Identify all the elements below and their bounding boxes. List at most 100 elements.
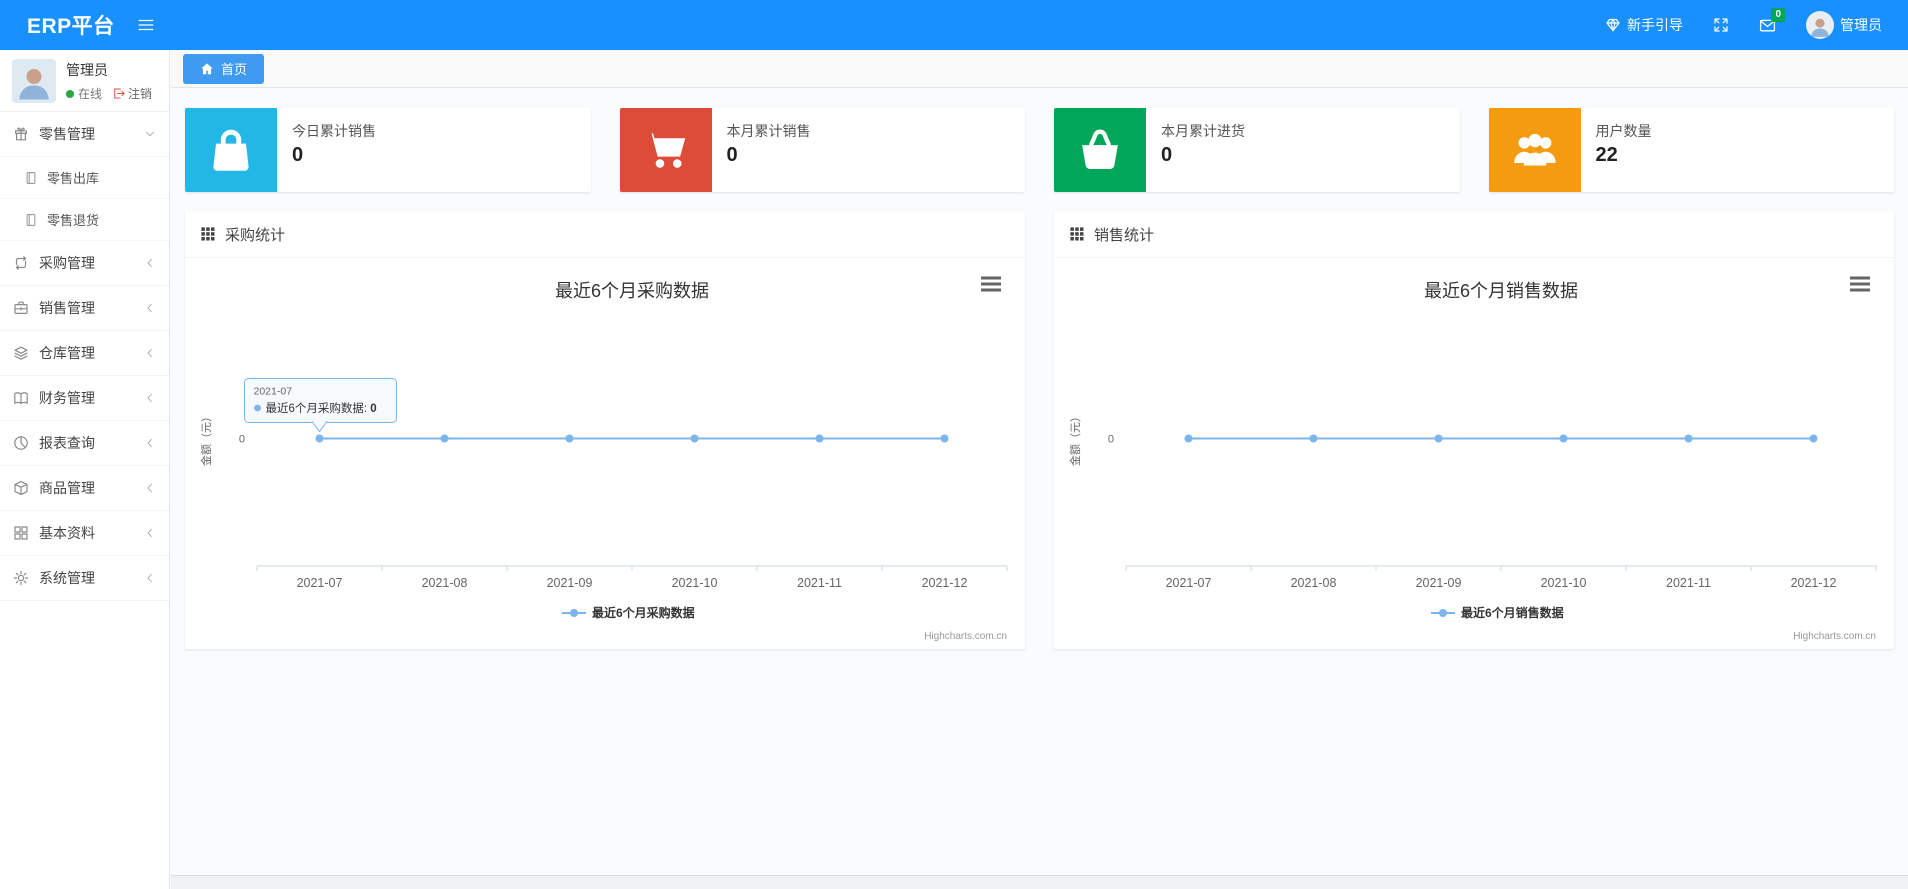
- stat-value: 0: [1161, 144, 1173, 166]
- data-point[interactable]: [690, 434, 699, 443]
- online-status-dot: [66, 89, 74, 98]
- stat-label: 本月累计销售: [726, 123, 811, 139]
- stat-card-month-sales[interactable]: 本月累计销售 0: [619, 108, 1025, 192]
- svg-text:2021-10: 2021-10: [672, 576, 718, 590]
- logout-link[interactable]: 注销: [112, 85, 152, 102]
- main-content: 首页 今日累计销售 0 本月累计销售 0 本月累计进货 0 用户数量 22 采购…: [171, 50, 1908, 889]
- cart-icon: [619, 108, 712, 192]
- svg-text:最近6个月销售数据: 最近6个月销售数据: [1424, 281, 1578, 301]
- guide-link[interactable]: 新手引导: [1605, 15, 1683, 35]
- chevron-left-icon: [144, 257, 156, 269]
- sidebar-user-panel: 管理员 在线 注销: [0, 50, 169, 111]
- svg-text:2021-08: 2021-08: [1291, 576, 1337, 590]
- svg-text:2021-10: 2021-10: [1541, 576, 1587, 590]
- svg-text:2021-11: 2021-11: [1666, 576, 1711, 590]
- app-logo[interactable]: ERP平台: [0, 10, 115, 40]
- fullscreen-button[interactable]: [1713, 17, 1729, 33]
- sidebar-item-warehouse[interactable]: 仓库管理: [0, 331, 169, 376]
- chart-credits[interactable]: Highcharts.com.cn: [924, 631, 1007, 642]
- svg-text:2021-09: 2021-09: [1416, 576, 1462, 590]
- pie-chart-icon: [13, 435, 29, 451]
- online-status-label: 在线: [78, 87, 103, 101]
- sales-stats-panel: 销售统计 最近6个月销售数据 金额（元） 0 2021-07 2021-08 2021-0…: [1054, 211, 1894, 649]
- sidebar-item-reports[interactable]: 报表查询: [0, 421, 169, 466]
- avatar: [1806, 11, 1834, 39]
- data-point[interactable]: [1434, 434, 1443, 443]
- svg-text:2021-07: 2021-07: [297, 576, 343, 590]
- users-icon: [1488, 108, 1581, 192]
- sidebar-toggle-icon[interactable]: [137, 16, 155, 34]
- stat-value: 0: [726, 144, 738, 166]
- data-point[interactable]: [565, 434, 574, 443]
- svg-text:2021-08: 2021-08: [422, 576, 468, 590]
- stat-label: 本月累计进货: [1161, 123, 1245, 139]
- panel-title: 采购统计: [225, 226, 286, 244]
- guide-label: 新手引导: [1627, 17, 1683, 33]
- avatar: [12, 59, 56, 103]
- briefcase-icon: [13, 300, 29, 316]
- svg-text:最近6个月采购数据: 最近6个月采购数据: [555, 281, 709, 301]
- legend-item[interactable]: 最近6个月采购数据: [562, 605, 695, 620]
- svg-text:2021-12: 2021-12: [922, 576, 968, 590]
- chevron-left-icon: [144, 572, 156, 584]
- data-point[interactable]: [1184, 434, 1193, 443]
- sidebar-item-sales[interactable]: 销售管理: [0, 286, 169, 331]
- data-point[interactable]: [315, 434, 324, 443]
- book-icon: [13, 390, 29, 406]
- stat-card-month-purchases[interactable]: 本月累计进货 0: [1054, 108, 1460, 192]
- chevron-left-icon: [144, 392, 156, 404]
- sidebar-user-name: 管理员: [66, 62, 108, 78]
- sidebar-item-retail-return[interactable]: 零售退货: [0, 199, 169, 241]
- svg-text:金额（元）: 金额（元）: [1068, 411, 1082, 466]
- top-navbar: ERP平台 新手引导 0 管理员: [0, 0, 1908, 50]
- sidebar-item-basic-data[interactable]: 基本资料: [0, 511, 169, 556]
- sidebar-item-system[interactable]: 系统管理: [0, 556, 169, 601]
- stat-cards-row: 今日累计销售 0 本月累计销售 0 本月累计进货 0 用户数量 22: [171, 88, 1908, 192]
- breadcrumb-home-tab[interactable]: 首页: [183, 53, 265, 84]
- home-icon: [200, 62, 214, 76]
- legend-item[interactable]: 最近6个月销售数据: [1431, 605, 1564, 620]
- repeat-icon: [13, 255, 29, 271]
- user-menu[interactable]: 管理员: [1806, 11, 1882, 39]
- svg-text:0: 0: [239, 434, 245, 446]
- page-footer: [171, 875, 1908, 889]
- data-point[interactable]: [815, 434, 824, 443]
- chevron-down-icon: [144, 128, 156, 140]
- data-point[interactable]: [940, 434, 949, 443]
- chart-tooltip: 2021-07 最近6个月采购数据: 0: [244, 378, 397, 433]
- sidebar-menu: 零售管理 零售出库 零售退货 采购管理 销售管理 仓库管理 财务管理 报表查询 …: [0, 111, 169, 601]
- grid-dots-icon: [200, 226, 216, 242]
- sidebar-item-purchase[interactable]: 采购管理: [0, 241, 169, 286]
- gear-icon: [13, 570, 29, 586]
- sidebar-item-retail-outbound[interactable]: 零售出库: [0, 157, 169, 199]
- sidebar-item-finance[interactable]: 财务管理: [0, 376, 169, 421]
- data-point[interactable]: [440, 434, 449, 443]
- sign-out-icon: [112, 87, 125, 100]
- chart-context-menu-icon[interactable]: [1850, 276, 1870, 292]
- svg-text:最近6个月采购数据: 最近6个月采购数据: [592, 605, 695, 620]
- chart-context-menu-icon[interactable]: [981, 276, 1001, 292]
- stat-label: 今日累计销售: [292, 123, 376, 139]
- stat-label: 用户数量: [1595, 123, 1652, 139]
- stat-card-user-count[interactable]: 用户数量 22: [1488, 108, 1894, 192]
- svg-text:2021-11: 2021-11: [797, 576, 842, 590]
- data-point[interactable]: [1809, 434, 1818, 443]
- box-icon: [13, 480, 29, 496]
- mail-badge: 0: [1771, 7, 1785, 22]
- svg-text:最近6个月销售数据: 最近6个月销售数据: [1461, 605, 1564, 620]
- svg-text:2021-07: 2021-07: [1166, 576, 1212, 590]
- messages-button[interactable]: 0: [1759, 7, 1785, 34]
- data-point[interactable]: [1309, 434, 1318, 443]
- data-point[interactable]: [1684, 434, 1693, 443]
- chart-credits[interactable]: Highcharts.com.cn: [1793, 631, 1876, 642]
- svg-text:0: 0: [1108, 434, 1114, 446]
- stat-card-today-sales[interactable]: 今日累计销售 0: [185, 108, 591, 192]
- chevron-left-icon: [144, 437, 156, 449]
- sidebar-item-retail[interactable]: 零售管理: [0, 112, 169, 157]
- panel-title: 销售统计: [1094, 226, 1155, 244]
- sidebar-item-goods[interactable]: 商品管理: [0, 466, 169, 511]
- sidebar: 管理员 在线 注销 零售管理 零售出库 零售退货 采购管理 销售管理 仓库管理 …: [0, 50, 170, 889]
- svg-text:2021-12: 2021-12: [1791, 576, 1837, 590]
- stat-value: 22: [1595, 144, 1618, 166]
- data-point[interactable]: [1559, 434, 1568, 443]
